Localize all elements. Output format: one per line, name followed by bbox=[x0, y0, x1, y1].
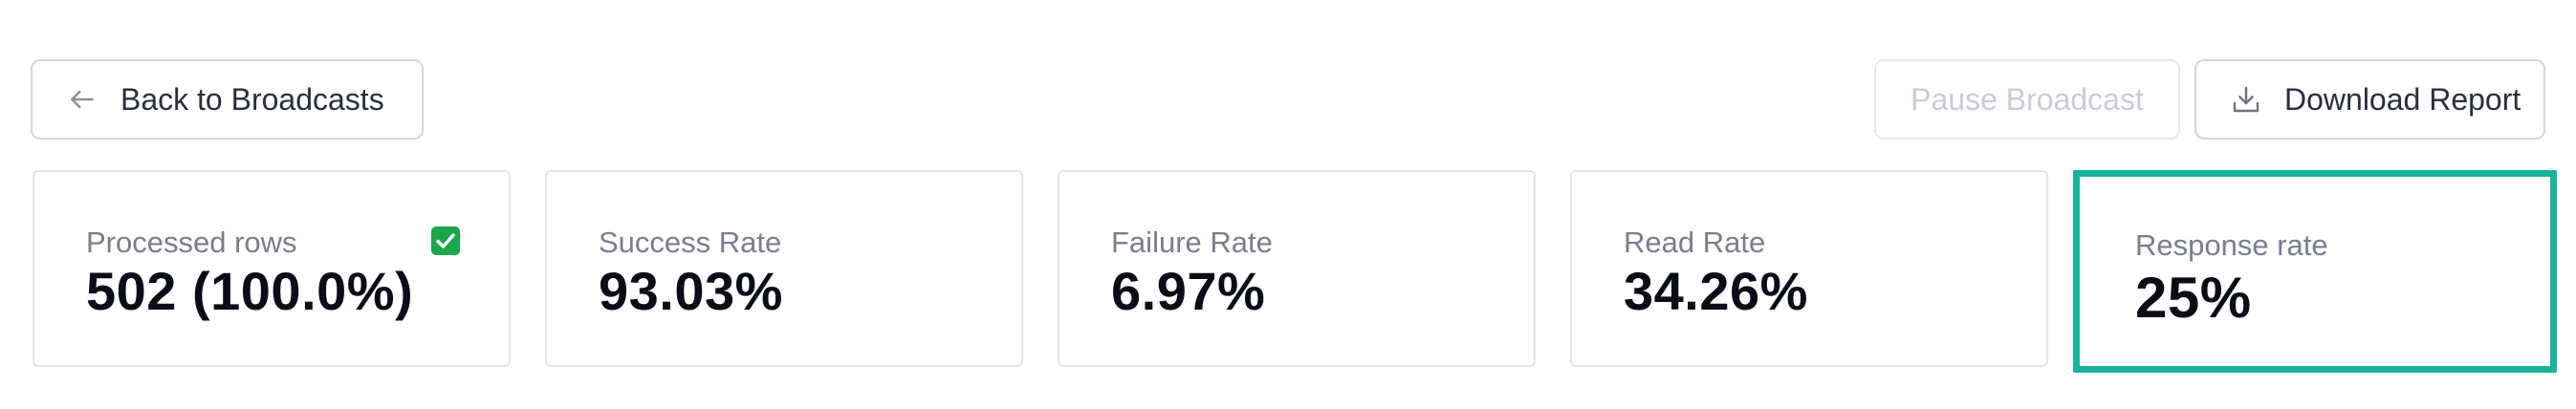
stat-value: 93.03% bbox=[599, 261, 783, 321]
stat-card-read-rate: Read Rate 34.26% bbox=[1570, 170, 2048, 367]
download-button-label: Download Report bbox=[2284, 81, 2521, 117]
stat-label: Processed rows bbox=[86, 226, 297, 259]
stat-label: Read Rate bbox=[1624, 226, 1766, 259]
stat-card-response-rate: Response rate 25% bbox=[2073, 170, 2557, 373]
check-mark-icon bbox=[430, 226, 461, 256]
back-to-broadcasts-button[interactable]: Back to Broadcasts bbox=[31, 59, 424, 140]
stat-label: Response rate bbox=[2135, 228, 2328, 262]
back-button-label: Back to Broadcasts bbox=[120, 81, 384, 117]
stat-value: 25% bbox=[2135, 266, 2252, 330]
stat-value: 34.26% bbox=[1624, 261, 1808, 321]
download-report-button[interactable]: Download Report bbox=[2194, 59, 2545, 140]
stat-label: Failure Rate bbox=[1111, 226, 1273, 259]
stat-value: 502 (100.0%) bbox=[86, 261, 414, 321]
pause-button-label: Pause Broadcast bbox=[1910, 81, 2144, 117]
pause-broadcast-button[interactable]: Pause Broadcast bbox=[1874, 59, 2180, 140]
arrow-left-icon bbox=[67, 84, 98, 115]
stat-card-processed-rows: Processed rows 502 (100.0%) bbox=[33, 170, 511, 367]
stat-value: 6.97% bbox=[1111, 261, 1266, 321]
stat-label: Success Rate bbox=[599, 226, 782, 259]
stat-card-success-rate: Success Rate 93.03% bbox=[545, 170, 1023, 367]
download-icon bbox=[2231, 84, 2261, 115]
stat-card-failure-rate: Failure Rate 6.97% bbox=[1058, 170, 1536, 367]
